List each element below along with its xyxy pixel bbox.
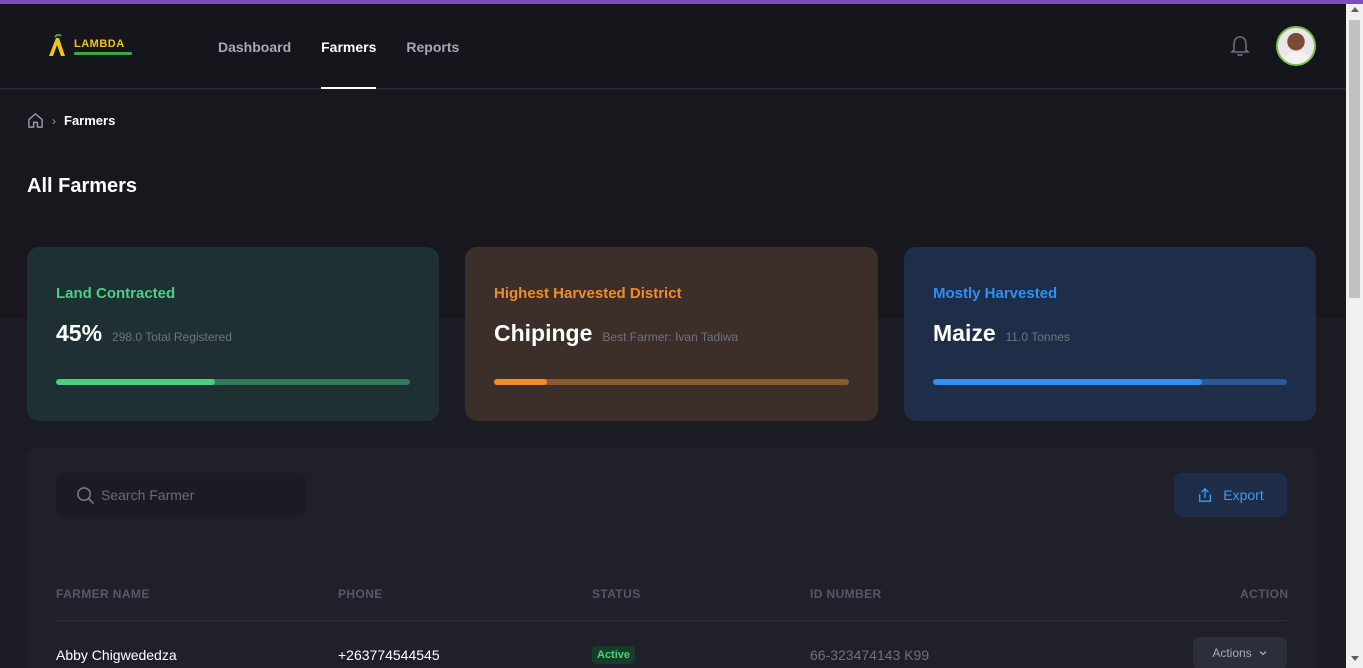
farmers-table-panel: Export FARMER NAME PHONE STATUS ID NUMBE… <box>27 447 1316 668</box>
user-avatar[interactable] <box>1276 26 1316 66</box>
nav-farmers[interactable]: Farmers <box>321 4 377 89</box>
card-value: Chipinge <box>494 320 593 346</box>
col-header-phone[interactable]: PHONE <box>338 587 383 601</box>
card-value: Maize <box>933 320 996 346</box>
chevron-down-icon <box>1259 651 1267 656</box>
card-title: Mostly Harvested <box>933 285 1058 302</box>
col-header-id-number[interactable]: ID NUMBER <box>810 587 882 601</box>
export-button[interactable]: Export <box>1174 473 1287 517</box>
card-subtext: 298.0 Total Registered <box>112 330 232 344</box>
mostly-harvested-card: Mostly Harvested Maize 11.0 Tonnes <box>904 247 1316 421</box>
actions-label: Actions <box>1212 646 1252 660</box>
export-label: Export <box>1223 487 1264 503</box>
col-header-farmer-name[interactable]: FARMER NAME <box>56 587 150 601</box>
col-header-status[interactable]: STATUS <box>592 587 641 601</box>
progress-bar <box>56 379 410 385</box>
home-icon[interactable] <box>27 112 44 129</box>
scrollbar-thumb[interactable] <box>1349 20 1360 298</box>
scroll-up-arrow-icon[interactable] <box>1351 7 1359 12</box>
brand-logo[interactable]: LAMBDA <box>46 34 132 58</box>
id-number-cell: 66-323474143 K99 <box>810 647 930 663</box>
card-subtext: Best Farmer: Ivan Tadiwa <box>602 330 739 344</box>
card-title: Highest Harvested District <box>494 285 682 302</box>
progress-fill <box>494 379 548 385</box>
col-header-action: ACTION <box>1240 587 1289 601</box>
breadcrumb: › Farmers <box>27 112 115 129</box>
breadcrumb-current: Farmers <box>64 113 116 128</box>
progress-bar <box>494 379 849 385</box>
actions-dropdown-button[interactable]: Actions <box>1193 637 1287 668</box>
bell-icon[interactable] <box>1229 34 1251 58</box>
farmer-name-cell[interactable]: Abby Chigwededza <box>56 647 177 663</box>
status-badge: Active <box>592 646 636 664</box>
scroll-down-arrow-icon[interactable] <box>1351 656 1359 661</box>
lambda-logo-icon <box>49 34 65 56</box>
table-divider <box>56 620 1287 621</box>
brand-name: LAMBDA <box>74 37 125 50</box>
search-input[interactable] <box>101 487 301 503</box>
chevron-right-icon: › <box>52 113 56 128</box>
nav-reports[interactable]: Reports <box>406 4 459 89</box>
search-icon <box>77 486 94 504</box>
card-subtext: 11.0 Tonnes <box>1005 330 1070 344</box>
land-contracted-card: Land Contracted 45% 298.0 Total Register… <box>27 247 439 421</box>
highest-district-card: Highest Harvested District Chipinge Best… <box>465 247 878 421</box>
progress-fill <box>933 379 1203 385</box>
progress-bar <box>933 379 1287 385</box>
page-title: All Farmers <box>27 175 138 197</box>
nav-dashboard[interactable]: Dashboard <box>218 4 291 89</box>
upload-icon <box>1199 488 1212 502</box>
phone-cell: +263774544545 <box>338 647 440 663</box>
brand-tagline-mark <box>74 51 132 55</box>
progress-fill <box>56 379 216 385</box>
search-box[interactable] <box>56 473 306 517</box>
card-value: 45% <box>56 320 103 346</box>
top-navbar: LAMBDA Dashboard Farmers Reports <box>0 4 1346 89</box>
card-title: Land Contracted <box>56 285 176 302</box>
main-nav: Dashboard Farmers Reports <box>218 4 489 89</box>
